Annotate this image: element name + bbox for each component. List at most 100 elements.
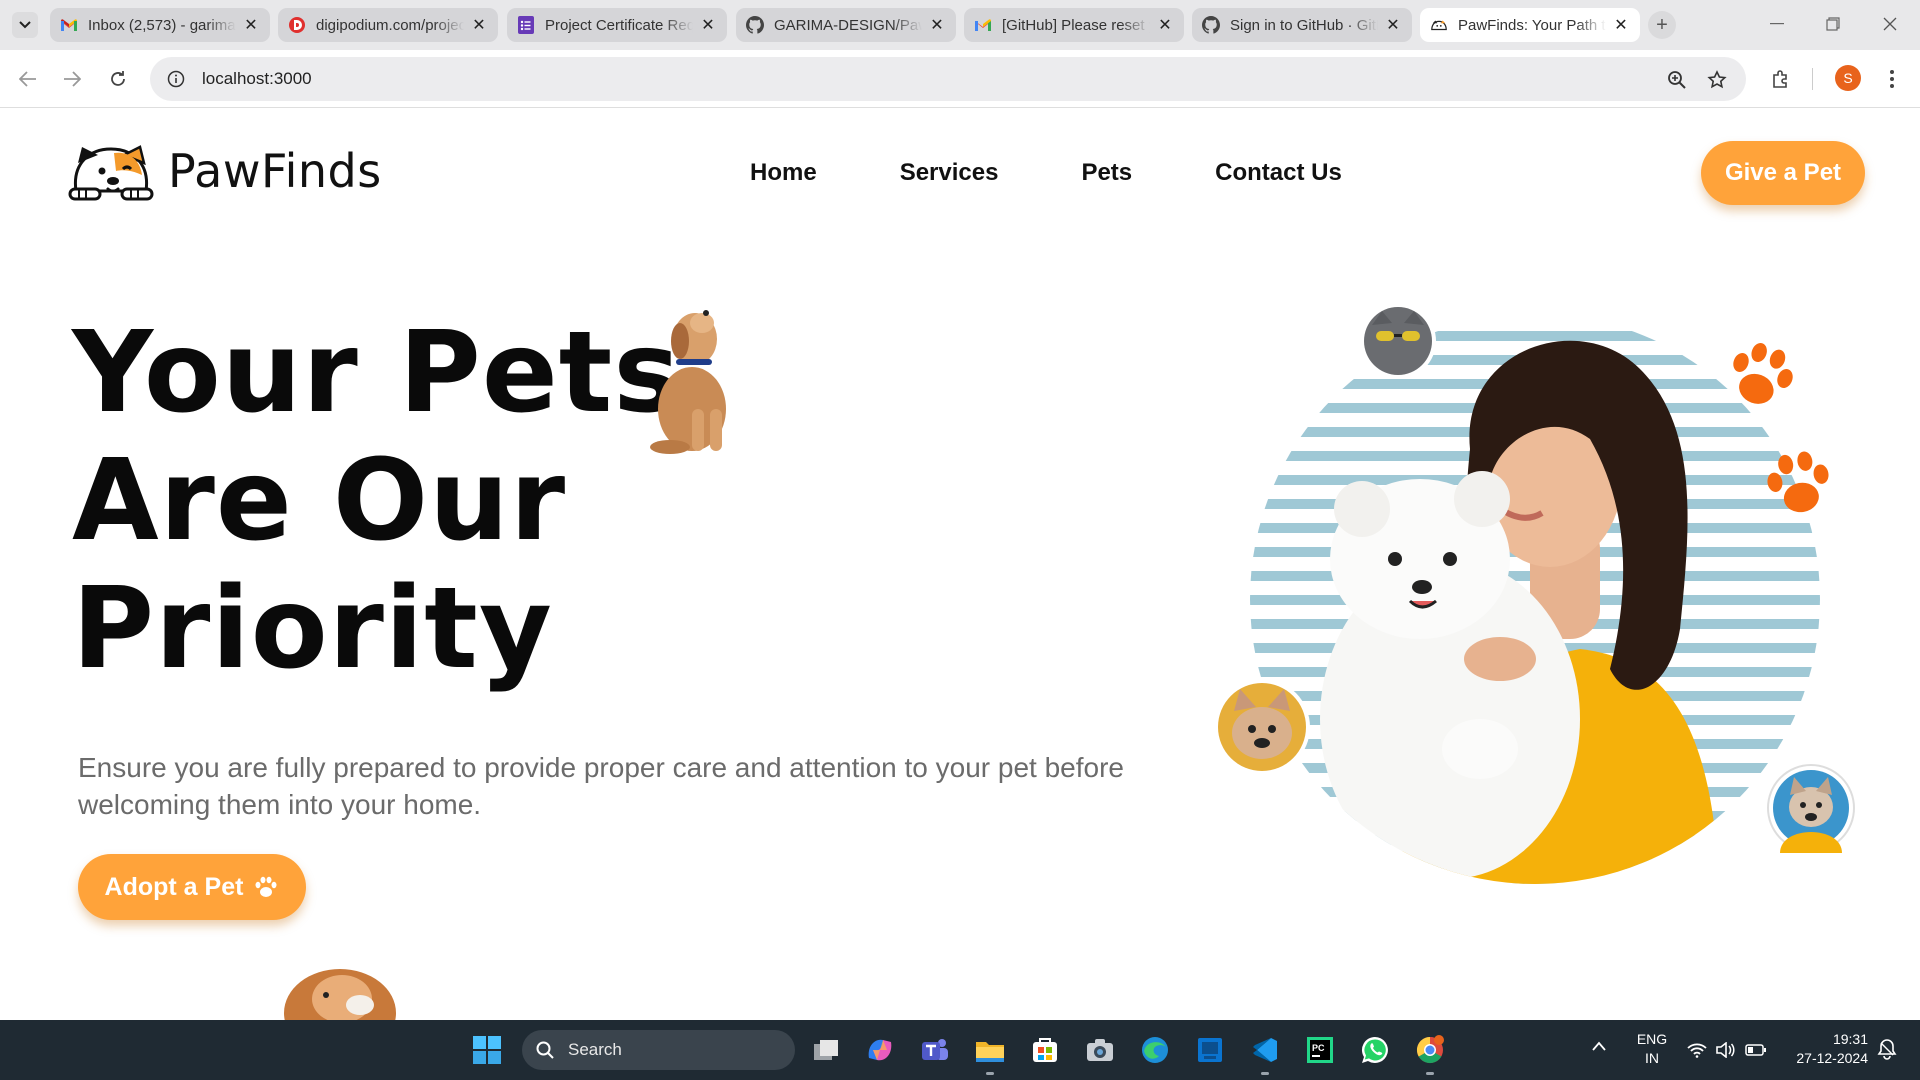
paw-icon bbox=[253, 875, 279, 899]
system-clock[interactable]: 19:31 27-12-2024 bbox=[1778, 1030, 1868, 1068]
github-icon bbox=[746, 16, 764, 34]
hero-subtext: Ensure you are fully prepared to provide… bbox=[78, 752, 1124, 820]
menu-button[interactable] bbox=[1876, 63, 1908, 95]
running-indicator bbox=[1261, 1072, 1269, 1075]
chevron-up-icon[interactable] bbox=[1592, 1038, 1606, 1056]
reload-button[interactable] bbox=[102, 63, 134, 95]
volume-icon[interactable] bbox=[1714, 1040, 1736, 1060]
browser-tab[interactable]: digipodium.com/projects ✕ bbox=[278, 8, 498, 42]
close-icon[interactable]: ✕ bbox=[1156, 16, 1174, 34]
close-icon[interactable]: ✕ bbox=[1384, 16, 1402, 34]
taskbar-search-box[interactable]: Search bbox=[522, 1030, 795, 1070]
tab-search-button[interactable] bbox=[12, 12, 38, 38]
url-text[interactable]: localhost:3000 bbox=[202, 69, 312, 89]
github-icon bbox=[1202, 16, 1220, 34]
web-page: PawFinds Home Services Pets Contact Us G… bbox=[0, 109, 1920, 1020]
tab-title: [GitHub] Please reset your password bbox=[1002, 16, 1150, 34]
site-logo[interactable]: PawFinds bbox=[68, 141, 382, 201]
close-icon bbox=[1883, 17, 1897, 31]
search-placeholder: Search bbox=[568, 1040, 622, 1059]
browser-tab[interactable]: Sign in to GitHub · GitHub ✕ bbox=[1192, 8, 1412, 42]
chrome-icon[interactable] bbox=[1414, 1034, 1446, 1066]
store-icon[interactable] bbox=[1029, 1034, 1061, 1066]
brand-name: PawFinds bbox=[168, 144, 382, 198]
browser-tab[interactable]: Inbox (2,573) - garima ✕ bbox=[50, 8, 270, 42]
hero-title: Your Pets Are Our Priority bbox=[72, 309, 872, 693]
close-icon[interactable]: ✕ bbox=[928, 16, 946, 34]
search-icon bbox=[536, 1041, 554, 1059]
pycharm-icon[interactable]: PC bbox=[1304, 1034, 1336, 1066]
digipodium-icon bbox=[288, 16, 306, 34]
nav-link-contact[interactable]: Contact Us bbox=[1215, 159, 1342, 187]
gmail-icon bbox=[974, 16, 992, 34]
close-icon[interactable]: ✕ bbox=[242, 16, 260, 34]
forms-icon bbox=[517, 16, 535, 34]
edge-icon[interactable] bbox=[1139, 1034, 1171, 1066]
main-navigation: Home Services Pets Contact Us bbox=[750, 159, 1425, 187]
forward-button[interactable] bbox=[56, 63, 88, 95]
pug-avatar bbox=[1767, 764, 1855, 853]
address-bar[interactable]: localhost:3000 bbox=[150, 57, 1746, 101]
bookmark-star-icon[interactable] bbox=[1706, 69, 1728, 91]
nav-link-home[interactable]: Home bbox=[750, 159, 817, 187]
kebab-menu-icon bbox=[1890, 70, 1894, 88]
new-tab-button[interactable]: + bbox=[1648, 11, 1676, 39]
peeking-dog-image bbox=[284, 969, 396, 1020]
adopt-pet-button[interactable]: Adopt a Pet bbox=[78, 854, 306, 920]
windows-start-icon[interactable] bbox=[472, 1035, 502, 1065]
hero-title-line: Priority bbox=[72, 564, 553, 694]
browser-toolbar: localhost:3000 S bbox=[0, 50, 1920, 108]
extensions-button[interactable] bbox=[1765, 63, 1797, 95]
copilot-icon[interactable] bbox=[864, 1034, 896, 1066]
file-explorer-icon[interactable] bbox=[974, 1034, 1006, 1066]
camera-icon[interactable] bbox=[1084, 1034, 1116, 1066]
close-icon[interactable]: ✕ bbox=[470, 16, 488, 34]
notification-bell-icon[interactable] bbox=[1876, 1038, 1898, 1060]
hero-title-line: Your Pets bbox=[72, 308, 681, 438]
browser-tab-strip: Inbox (2,573) - garima ✕ digipodium.com/… bbox=[0, 0, 1920, 50]
zoom-icon[interactable] bbox=[1666, 69, 1688, 91]
language-indicator[interactable]: ENG IN bbox=[1632, 1030, 1672, 1068]
windows-taskbar: Search PC ENG IN 19:31 27-12-2024 bbox=[0, 1020, 1920, 1080]
hero-illustration bbox=[1250, 329, 1850, 929]
tab-title: PawFinds: Your Path to Pet Adoption bbox=[1458, 16, 1606, 34]
hero-image bbox=[1250, 329, 1820, 884]
restore-button[interactable] bbox=[1813, 8, 1853, 40]
browser-tab[interactable]: Project Certificate Request ✕ bbox=[507, 8, 727, 42]
close-icon[interactable]: ✕ bbox=[1612, 16, 1630, 34]
sitting-puppy-image bbox=[650, 310, 726, 454]
nav-link-pets[interactable]: Pets bbox=[1081, 159, 1132, 187]
cat-avatar bbox=[1360, 303, 1436, 379]
clock-time: 19:31 bbox=[1832, 1031, 1868, 1047]
dog-logo-icon bbox=[68, 145, 154, 201]
task-view-icon[interactable] bbox=[810, 1034, 842, 1066]
french-bulldog-avatar bbox=[1214, 679, 1310, 775]
restore-icon bbox=[1826, 17, 1840, 31]
pawfinds-icon bbox=[1430, 16, 1448, 34]
nav-link-services[interactable]: Services bbox=[900, 159, 999, 187]
whatsapp-icon[interactable] bbox=[1359, 1034, 1391, 1066]
profile-avatar[interactable]: S bbox=[1835, 65, 1861, 91]
arrow-left-icon bbox=[19, 71, 36, 87]
browser-tab[interactable]: [GitHub] Please reset your password ✕ bbox=[964, 8, 1184, 42]
give-pet-button[interactable]: Give a Pet bbox=[1701, 141, 1865, 205]
adopt-button-label: Adopt a Pet bbox=[104, 872, 244, 901]
battery-icon[interactable] bbox=[1745, 1040, 1767, 1060]
tab-title: Project Certificate Request bbox=[545, 16, 693, 34]
minimize-button[interactable] bbox=[1757, 8, 1797, 40]
wifi-icon[interactable] bbox=[1686, 1040, 1708, 1060]
info-icon[interactable] bbox=[166, 69, 186, 89]
svg-text:PC: PC bbox=[1312, 1043, 1325, 1053]
close-window-button[interactable] bbox=[1870, 8, 1910, 40]
vscode-icon[interactable] bbox=[1249, 1034, 1281, 1066]
browser-tab-active[interactable]: PawFinds: Your Path to Pet Adoption ✕ bbox=[1420, 8, 1640, 42]
browser-tab[interactable]: GARIMA-DESIGN/PawFinds ✕ bbox=[736, 8, 956, 42]
back-button[interactable] bbox=[12, 63, 44, 95]
gmail-icon bbox=[60, 16, 78, 34]
reload-icon bbox=[111, 71, 125, 86]
language-code: ENG bbox=[1636, 1031, 1668, 1047]
minimize-icon bbox=[1770, 23, 1784, 25]
teams-icon[interactable] bbox=[919, 1034, 951, 1066]
terminal-icon[interactable] bbox=[1194, 1034, 1226, 1066]
close-icon[interactable]: ✕ bbox=[699, 16, 717, 34]
